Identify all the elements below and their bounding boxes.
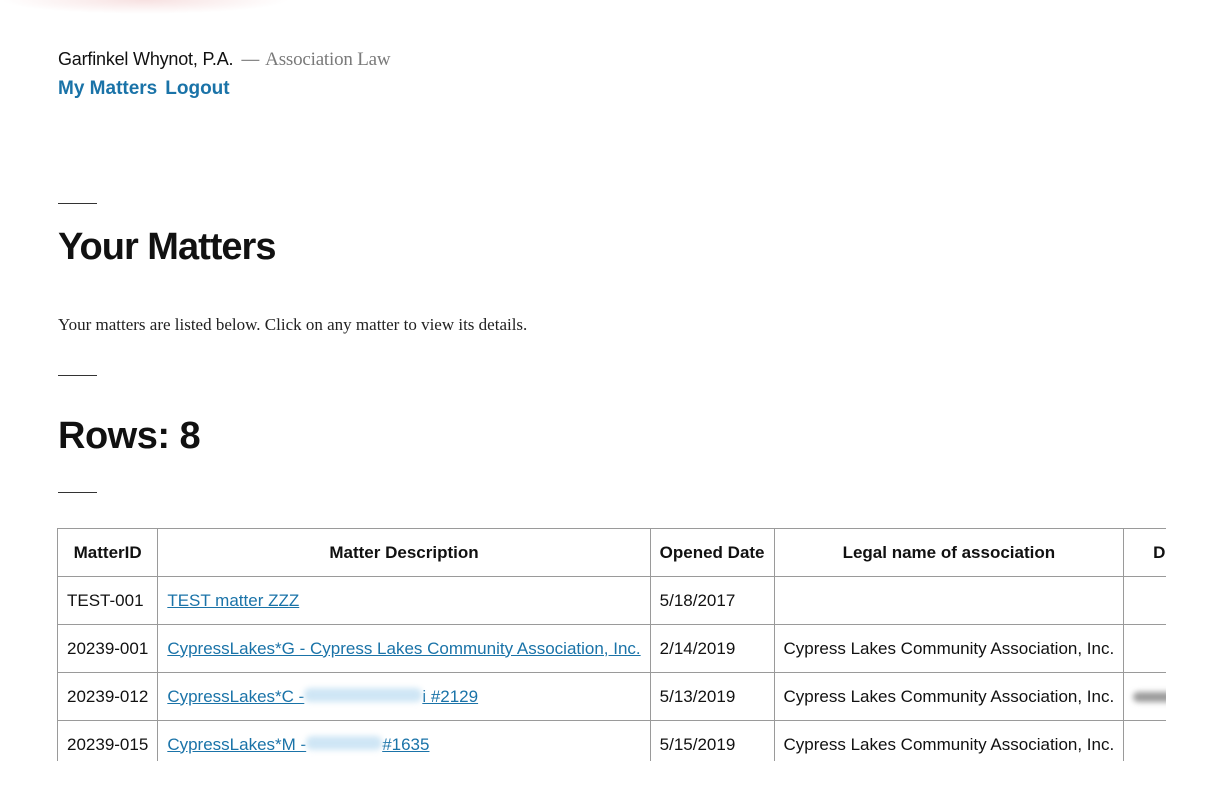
nav-my-matters-link[interactable]: My Matters <box>58 78 157 99</box>
cell-matter-id: TEST-001 <box>57 576 159 625</box>
matter-link[interactable]: CypressLakes*G - Cypress Lakes Community… <box>167 639 640 658</box>
cell-matter-description: CypressLakes*C - i #2129 <box>157 672 651 721</box>
cell-opened-date: 5/13/2019 <box>649 672 775 721</box>
cell-extra <box>1123 720 1166 761</box>
matter-link-prefix: CypressLakes*M - <box>167 734 307 754</box>
cell-legal-name <box>773 576 1125 625</box>
page-title: Your Matters <box>58 226 276 268</box>
column-header-legal-name[interactable]: Legal name of association <box>773 528 1125 577</box>
matter-link[interactable]: TEST matter ZZZ <box>167 591 299 610</box>
table-row[interactable]: 20239-012 CypressLakes*C - i #2129 5/13/2… <box>57 672 1166 721</box>
cell-opened-date: 5/18/2017 <box>649 576 775 625</box>
nav-logout-link[interactable]: Logout <box>165 78 229 99</box>
column-header-matter-id[interactable]: MatterID <box>57 528 159 577</box>
matter-link-suffix: #1635 <box>382 734 430 754</box>
matter-link[interactable]: CypressLakes*C - i #2129 <box>167 687 478 706</box>
cell-matter-id: 20239-012 <box>57 672 159 721</box>
rows-count: Rows: 8 <box>58 415 201 457</box>
brand-separator: — <box>241 49 260 69</box>
cell-legal-name: Cypress Lakes Community Association, Inc… <box>773 720 1125 761</box>
cell-legal-name: Cypress Lakes Community Association, Inc… <box>773 672 1125 721</box>
matters-table-scroll[interactable]: MatterID Matter Description Opened Date … <box>57 528 1166 761</box>
cell-extra <box>1123 672 1166 721</box>
matter-link-suffix: i #2129 <box>422 686 479 706</box>
table-header-row: MatterID Matter Description Opened Date … <box>57 528 1166 577</box>
redacted-text <box>1133 692 1166 703</box>
cell-matter-description: TEST matter ZZZ <box>157 576 651 625</box>
section-rule <box>58 203 97 204</box>
cell-opened-date: 5/15/2019 <box>649 720 775 761</box>
table-row[interactable]: 20239-015 CypressLakes*M - #1635 5/15/201… <box>57 720 1166 761</box>
top-nav: My Matters Logout <box>58 78 390 100</box>
cell-matter-id: 20239-015 <box>57 720 159 761</box>
table-row[interactable]: TEST-001 TEST matter ZZZ 5/18/2017 <box>57 576 1166 625</box>
brand-line: Garfinkel Whynot, P.A. — Association Law <box>58 47 391 72</box>
matter-link-prefix: CypressLakes*C - <box>167 686 305 706</box>
table-row[interactable]: 20239-001 CypressLakes*G - Cypress Lakes… <box>57 624 1166 673</box>
cell-extra <box>1123 576 1166 625</box>
site-header: Garfinkel Whynot, P.A. — Association Law M… <box>58 47 391 100</box>
cell-extra <box>1123 624 1166 673</box>
firm-tagline: Association Law <box>265 49 391 70</box>
redacted-text <box>306 735 383 750</box>
redacted-text <box>304 687 423 702</box>
section-rule <box>58 375 97 376</box>
column-header-opened-date[interactable]: Opened Date <box>649 528 775 577</box>
matters-table: MatterID Matter Description Opened Date … <box>57 528 1166 761</box>
column-header-truncated[interactable]: D <box>1123 528 1166 577</box>
section-rule <box>58 492 97 493</box>
cell-matter-description: CypressLakes*M - #1635 <box>157 720 651 761</box>
intro-text: Your matters are listed below. Click on … <box>58 315 528 334</box>
cell-matter-description: CypressLakes*G - Cypress Lakes Community… <box>157 624 651 673</box>
matter-link[interactable]: CypressLakes*M - #1635 <box>167 735 429 754</box>
decorative-smudge <box>0 0 290 14</box>
cell-legal-name: Cypress Lakes Community Association, Inc… <box>773 624 1125 673</box>
cell-matter-id: 20239-001 <box>57 624 159 673</box>
firm-name: Garfinkel Whynot, P.A. <box>58 49 234 69</box>
cell-opened-date: 2/14/2019 <box>649 624 775 673</box>
column-header-matter-description[interactable]: Matter Description <box>157 528 651 577</box>
